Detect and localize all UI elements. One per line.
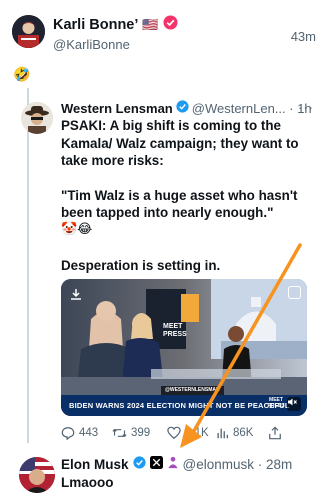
paragraph: PSAKI: A big shift is coming to the Kama… xyxy=(61,118,299,168)
reply-count: 443 xyxy=(79,427,99,439)
video-player[interactable]: MEET PRESS @WESTERNLENSMAN BIDEN WARNS 2… xyxy=(61,279,307,416)
repost-count: 399 xyxy=(131,427,151,439)
reply-post-header[interactable]: Western Lensman @WesternLen... · 1h xyxy=(61,100,319,116)
like-button[interactable]: 2.1K xyxy=(167,426,209,440)
verified-badge-icon xyxy=(163,15,178,34)
more-options-button[interactable]: ··· xyxy=(298,100,314,115)
author-name[interactable]: Karli Bonne’ xyxy=(53,17,138,33)
network-logo: MEET PRESS xyxy=(267,397,285,409)
view-count: 86K xyxy=(233,427,254,439)
share-icon xyxy=(269,426,281,440)
top-post-author[interactable]: Karli Bonne’ 🇺🇸 xyxy=(53,15,178,34)
annotation-arrow xyxy=(180,243,302,448)
fullscreen-icon[interactable] xyxy=(288,286,301,299)
karli-bonne-avatar[interactable] xyxy=(12,15,45,48)
reply-icon xyxy=(61,427,75,440)
affiliate-badge-icon xyxy=(167,456,179,472)
repost-icon xyxy=(112,428,127,438)
like-count: 2.1K xyxy=(185,427,209,439)
post-text: 🤣 xyxy=(13,66,31,82)
closing-text: Desperation is setting in. xyxy=(61,258,221,273)
bottom-reply-text: Lmaooo xyxy=(61,475,114,490)
paragraph: "Tim Walz is a huge asset who hasn't bee… xyxy=(61,187,298,221)
share-button[interactable] xyxy=(268,426,282,440)
x-logo-icon xyxy=(149,456,163,472)
views-button[interactable]: 86K xyxy=(216,426,253,440)
post-timestamp[interactable]: 43m xyxy=(291,29,316,44)
reply-post-text: PSAKI: A big shift is coming to the Kama… xyxy=(61,117,313,239)
reply-button[interactable]: 443 xyxy=(61,426,98,440)
thread-line xyxy=(27,88,29,443)
elon-musk-avatar[interactable] xyxy=(19,457,55,493)
studio-sign: MEET PRESS xyxy=(163,323,187,338)
author-handle-time[interactable]: @elonmusk · 28m xyxy=(183,457,293,472)
mute-button[interactable] xyxy=(287,397,301,411)
watermark-tag: @WESTERNLENSMAN xyxy=(161,386,224,395)
author-handle[interactable]: @KarliBonne xyxy=(53,37,130,52)
author-handle-time[interactable]: @WesternLen... · 1h xyxy=(192,101,312,116)
views-chart-icon xyxy=(217,428,228,439)
author-name[interactable]: Elon Musk xyxy=(61,457,129,472)
verified-badge-icon xyxy=(132,456,146,472)
bottom-reply-header[interactable]: Elon Musk @elonmusk · 28m xyxy=(61,456,292,472)
verified-badge-icon xyxy=(176,100,189,116)
heart-icon xyxy=(167,426,181,440)
speaker-muted-icon xyxy=(288,398,297,406)
western-lensman-avatar[interactable] xyxy=(21,102,53,134)
repost-button[interactable]: 399 xyxy=(112,426,150,440)
emoji-text: 🤡😂 xyxy=(61,221,93,236)
download-icon[interactable] xyxy=(69,287,83,301)
flag-icon: 🇺🇸 xyxy=(142,16,159,32)
author-name[interactable]: Western Lensman xyxy=(61,101,173,116)
